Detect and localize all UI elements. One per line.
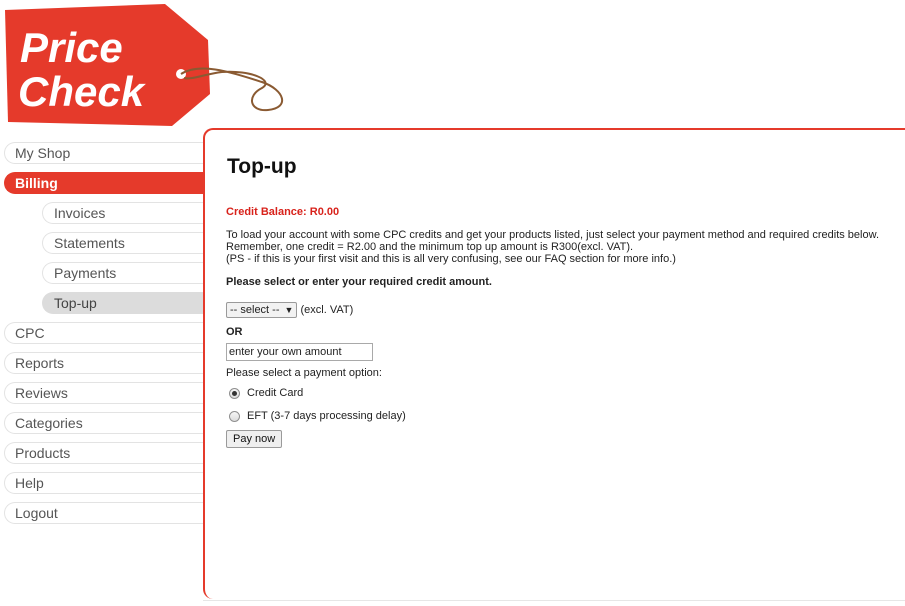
sidebar-item-products[interactable]: Products xyxy=(4,442,204,464)
excl-vat-label: (excl. VAT) xyxy=(300,303,354,316)
sidebar-item-payments[interactable]: Payments xyxy=(42,262,204,284)
sidebar-item-logout[interactable]: Logout xyxy=(4,502,204,524)
radio-checked-icon[interactable] xyxy=(229,387,240,399)
logo-text-line1: Price xyxy=(20,24,123,71)
credit-amount-prompt: Please select or enter your required cre… xyxy=(226,276,492,288)
sidebar-item-categories[interactable]: Categories xyxy=(4,412,204,434)
payment-option-credit-card[interactable]: Credit Card xyxy=(229,387,303,399)
dropdown-arrow-icon: ▼ xyxy=(284,305,294,315)
or-label: OR xyxy=(226,326,243,338)
sidebar-item-cpc[interactable]: CPC xyxy=(4,322,204,344)
custom-amount-input[interactable] xyxy=(226,343,373,361)
credit-card-label: Credit Card xyxy=(247,387,304,399)
select-value: -- select -- xyxy=(230,304,280,316)
info-line: To load your account with some CPC credi… xyxy=(226,229,880,241)
sidebar-item-help[interactable]: Help xyxy=(4,472,204,494)
price-check-logo[interactable]: Price Check xyxy=(0,0,300,128)
radio-unchecked-icon[interactable] xyxy=(229,410,240,422)
sidebar-item-my-shop[interactable]: My Shop xyxy=(4,142,204,164)
credit-amount-select[interactable]: -- select -- ▼ xyxy=(226,302,298,318)
sidebar-item-billing[interactable]: Billing xyxy=(4,172,204,194)
logo-text-line2: Check xyxy=(18,68,147,115)
content-panel: Top-up Credit Balance: R0.00 To load you… xyxy=(203,128,905,601)
payment-option-eft[interactable]: EFT (3-7 days processing delay) xyxy=(229,410,406,422)
eft-label: EFT (3-7 days processing delay) xyxy=(247,410,406,422)
sidebar-item-invoices[interactable]: Invoices xyxy=(42,202,204,224)
credit-select-row: -- select -- ▼ (excl. VAT) xyxy=(226,302,353,318)
payment-option-label: Please select a payment option: xyxy=(226,367,382,379)
sidebar-item-top-up[interactable]: Top-up xyxy=(42,292,204,314)
sidebar-item-reviews[interactable]: Reviews xyxy=(4,382,204,404)
info-line: (PS - if this is your first visit and th… xyxy=(226,253,676,265)
page-title: Top-up xyxy=(227,155,297,178)
info-line: Remember, one credit = R2.00 and the min… xyxy=(226,241,634,253)
topup-instructions: To load your account with some CPC credi… xyxy=(226,229,896,265)
sidebar-item-statements[interactable]: Statements xyxy=(42,232,204,254)
credit-balance: Credit Balance: R0.00 xyxy=(226,206,340,218)
sidebar-item-reports[interactable]: Reports xyxy=(4,352,204,374)
pay-now-button[interactable]: Pay now xyxy=(226,430,283,448)
